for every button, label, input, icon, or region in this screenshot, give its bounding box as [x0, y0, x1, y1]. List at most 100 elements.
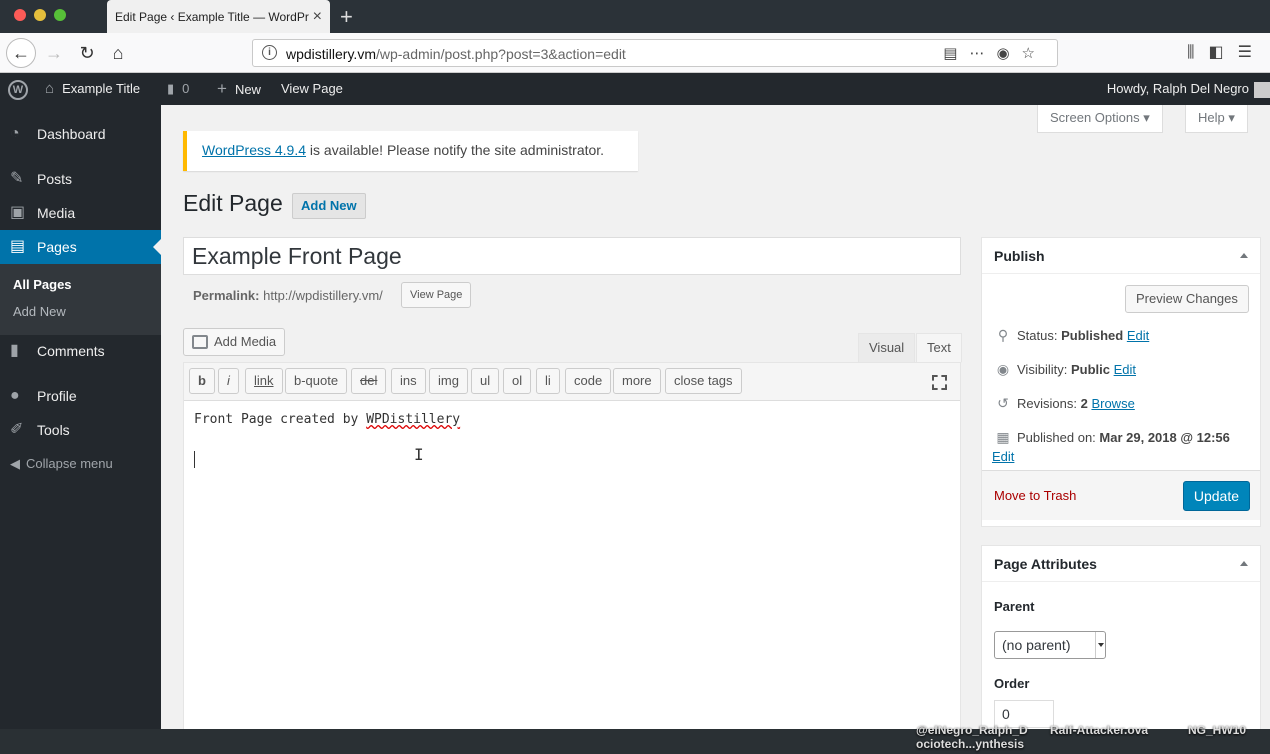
pages-icon: ▤ — [10, 238, 26, 255]
quicktag-ins-button[interactable]: ins — [391, 368, 426, 394]
zoom-window-button[interactable] — [54, 9, 66, 21]
update-notice: WordPress 4.9.4 is available! Please not… — [183, 131, 638, 171]
quicktag-ol-button[interactable]: ol — [503, 368, 532, 394]
sidebar-item-label: Media — [37, 205, 76, 221]
tab-text[interactable]: Text — [916, 333, 962, 363]
pocket-icon[interactable]: ◉ — [996, 45, 1021, 62]
quicktag-code-button[interactable]: code — [565, 368, 612, 394]
eye-icon: ◉ — [996, 361, 1010, 377]
main-content: Screen Options ▾ Help ▾ WordPress 4.9.4 … — [161, 105, 1270, 729]
home-icon[interactable]: ⌂ — [108, 39, 128, 67]
menu-icon[interactable]: ☰ — [1238, 44, 1266, 61]
quicktag-more-button[interactable]: more — [613, 368, 661, 394]
comments-link[interactable]: ▮ 0 — [167, 73, 189, 105]
tab-visual[interactable]: Visual — [858, 333, 916, 363]
submenu-all-pages[interactable]: All Pages — [13, 277, 72, 292]
admin-sidebar: ◔ Dashboard ✎ Posts ▣ Media ▤ Pages All Page… — [0, 105, 161, 729]
new-content-link[interactable]: + New — [217, 73, 261, 105]
quicktag-italic-button[interactable]: i — [218, 368, 239, 394]
collapse-arrow-icon[interactable] — [1240, 253, 1248, 258]
desktop-file-2[interactable]: Ralf-Attacker.ova — [1050, 723, 1148, 737]
sidebar-item-pages[interactable]: ▤ Pages — [0, 230, 161, 264]
sidebar-item-media[interactable]: ▣ Media — [0, 196, 161, 230]
browser-tab[interactable]: Edit Page ‹ Example Title — WordPr × — [107, 0, 330, 33]
page-attributes-title[interactable]: Page Attributes — [982, 546, 1260, 582]
reload-icon[interactable]: ↻ — [77, 39, 97, 67]
parent-label: Parent — [994, 599, 1035, 614]
move-to-trash-link[interactable]: Move to Trash — [994, 488, 1076, 503]
permalink-url[interactable]: http://wpdistillery.vm/ — [263, 288, 383, 303]
page-attributes-box: Page Attributes Parent (no parent) Order… — [981, 545, 1261, 729]
parent-select[interactable]: (no parent) — [994, 631, 1106, 659]
help-button[interactable]: Help ▾ — [1185, 105, 1248, 133]
visibility-edit-link[interactable]: Edit — [1114, 362, 1136, 377]
quicktag-bold-button[interactable]: b — [189, 368, 215, 394]
order-label: Order — [994, 676, 1030, 691]
publish-box-title[interactable]: Publish — [982, 238, 1260, 274]
more-actions-icon[interactable]: ⋯ — [969, 45, 996, 62]
browse-revisions-link[interactable]: Browse — [1091, 396, 1134, 411]
browser-nav-bar: ← → ↻ ⌂ i wpdistillery.vm/wp-admin/post.… — [0, 33, 1270, 73]
post-title-input[interactable]: Example Front Page — [183, 237, 961, 275]
publish-actions: Move to Trash Update — [982, 470, 1260, 520]
site-info-icon[interactable]: i — [262, 45, 277, 60]
collapse-menu-button[interactable]: ◀ Collapse menu — [10, 456, 113, 472]
sidebar-item-label: Pages — [37, 239, 77, 255]
status-edit-link[interactable]: Edit — [1127, 328, 1149, 343]
submenu-add-new[interactable]: Add New — [13, 304, 66, 319]
view-page-button[interactable]: View Page — [401, 282, 472, 308]
sidebar-item-label: Dashboard — [37, 126, 106, 142]
new-tab-icon[interactable]: + — [340, 4, 353, 30]
text-caret — [194, 451, 195, 468]
quicktag-link-button[interactable]: link — [245, 368, 283, 394]
desktop-file-1[interactable]: @elNegro_Ralph_D ociotech...ynthesis — [916, 723, 1028, 751]
back-icon[interactable]: ← — [6, 38, 36, 68]
view-page-link[interactable]: View Page — [281, 73, 343, 105]
quicktag-del-button[interactable]: del — [351, 368, 387, 394]
quicktag-blockquote-button[interactable]: b-quote — [285, 368, 348, 394]
reader-view-icon[interactable]: ▤ — [943, 45, 969, 62]
sidebar-item-comments[interactable]: ▮ Comments — [0, 334, 161, 368]
quicktag-li-button[interactable]: li — [536, 368, 560, 394]
bookmark-star-icon[interactable]: ☆ — [1022, 45, 1047, 62]
wordpress-update-link[interactable]: WordPress 4.9.4 — [202, 142, 306, 158]
screen-options-button[interactable]: Screen Options ▾ — [1037, 105, 1163, 133]
url-bar[interactable]: i wpdistillery.vm/wp-admin/post.php?post… — [252, 39, 1058, 67]
desktop-file-3[interactable]: NG_HW10 — [1188, 723, 1246, 737]
editor-content[interactable]: Front Page created by WPDistillery — [194, 412, 460, 427]
pin-icon: ⚲ — [997, 327, 1009, 343]
url-actions: ▤⋯◉☆ — [943, 44, 1047, 62]
sidebar-item-posts[interactable]: ✎ Posts — [0, 162, 161, 196]
quicktag-close-tags-button[interactable]: close tags — [665, 368, 742, 394]
library-icon[interactable]: ⫼ — [1187, 44, 1208, 61]
misspelled-word: WPDistillery — [366, 412, 461, 427]
howdy-user-link[interactable]: Howdy, Ralph Del Negro — [1107, 73, 1249, 105]
url-text: wpdistillery.vm/wp-admin/post.php?post=3… — [286, 46, 626, 62]
close-tab-icon[interactable]: × — [313, 8, 322, 26]
permalink-label: Permalink: — [193, 288, 260, 303]
preview-changes-button[interactable]: Preview Changes — [1125, 285, 1249, 313]
sidebar-item-tools[interactable]: ✐ Tools — [0, 413, 161, 447]
quicktag-img-button[interactable]: img — [429, 368, 468, 394]
fullscreen-icon[interactable] — [932, 375, 947, 390]
sidebar-item-profile[interactable]: ● Profile — [0, 379, 161, 413]
sidebar-icon[interactable]: ◧ — [1209, 44, 1238, 61]
wordpress-logo-icon[interactable]: W — [8, 80, 28, 100]
update-button[interactable]: Update — [1182, 481, 1250, 511]
collapse-label: Collapse menu — [26, 456, 113, 471]
add-new-button[interactable]: Add New — [292, 193, 366, 219]
collapse-arrow-icon[interactable] — [1240, 561, 1248, 566]
dashboard-icon: ◔ — [10, 125, 20, 142]
page-title: Edit Page — [183, 190, 283, 216]
quicktag-ul-button[interactable]: ul — [471, 368, 500, 394]
forward-icon[interactable]: → — [44, 39, 64, 67]
published-on-edit-link[interactable]: Edit — [992, 449, 1014, 464]
add-media-button[interactable]: Add Media — [183, 328, 286, 356]
sidebar-item-label: Comments — [37, 343, 105, 359]
revisions-row: ↺ Revisions: 2 Browse — [994, 395, 1135, 412]
close-window-button[interactable] — [14, 9, 26, 21]
avatar[interactable] — [1254, 82, 1270, 98]
site-name-link[interactable]: ⌂ Example Title — [45, 73, 140, 105]
sidebar-item-dashboard[interactable]: ◔ Dashboard — [0, 117, 161, 151]
minimize-window-button[interactable] — [34, 9, 46, 21]
